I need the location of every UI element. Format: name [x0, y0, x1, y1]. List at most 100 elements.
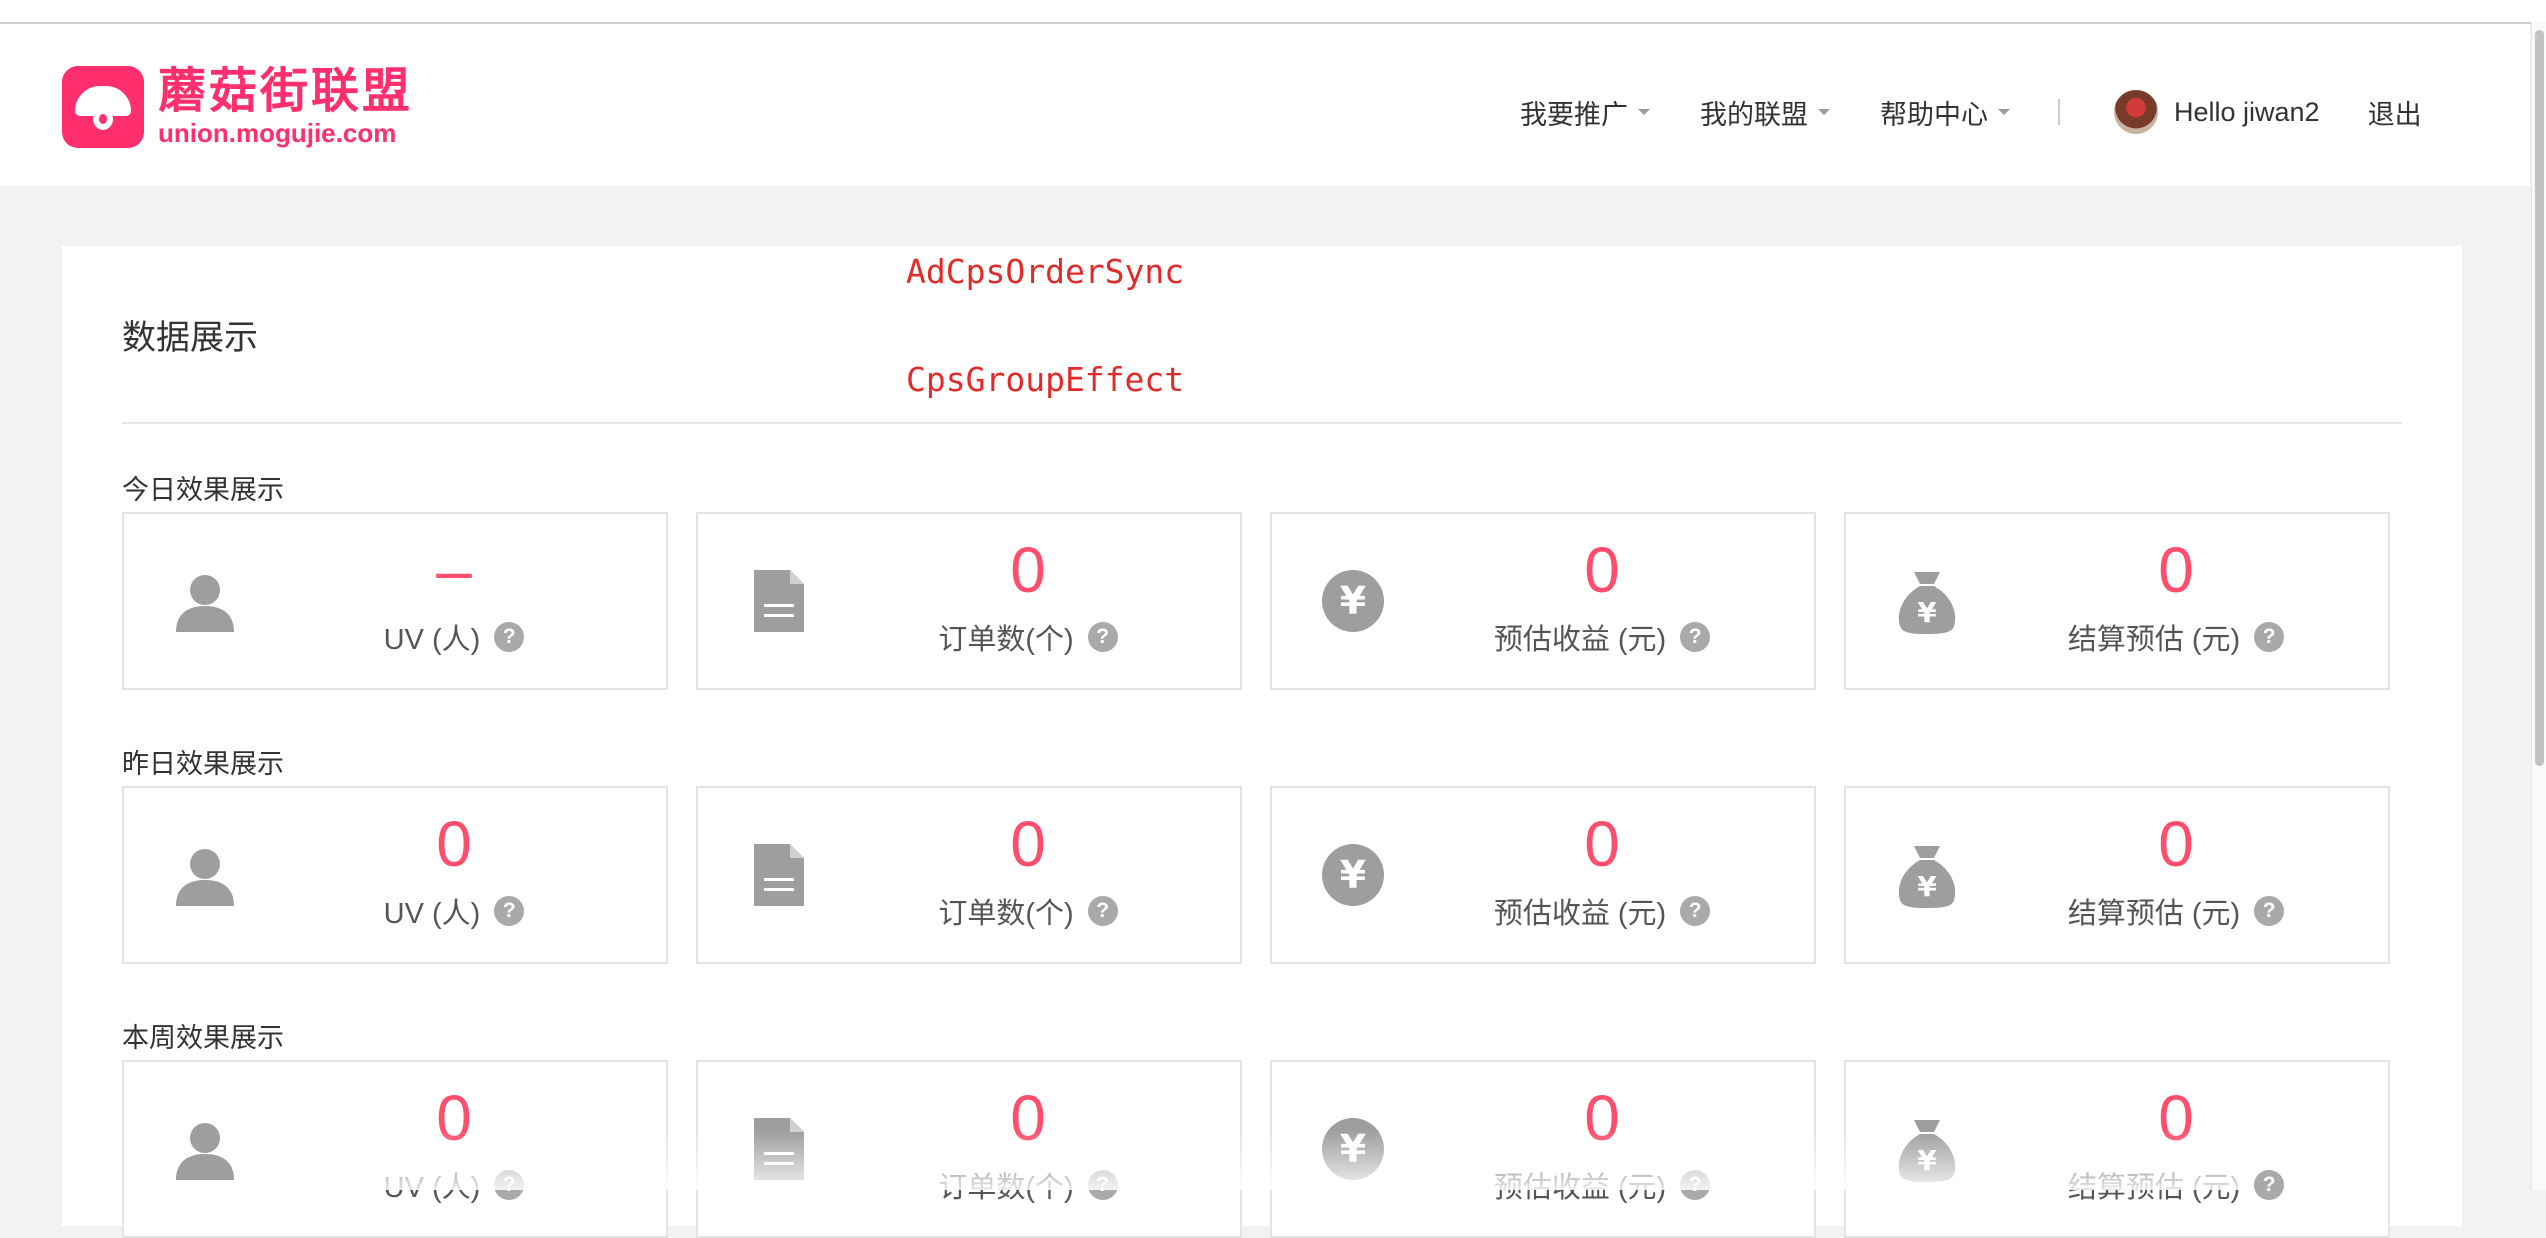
stat-value: 0	[2158, 534, 2194, 606]
site-header: 蘑菇街联盟 union.mogujie.com 我要推广 我的联盟 帮助中心 H…	[0, 24, 2530, 186]
stat-label: 预估收益 (元)	[1493, 1172, 1667, 1204]
mushroom-logo-icon	[62, 66, 144, 148]
user-icon	[170, 840, 240, 910]
page-title: 数据展示	[122, 319, 258, 357]
user-greeting: Hello jiwan2	[2174, 96, 2320, 127]
chevron-down-icon	[1818, 109, 1830, 115]
stat-label-row: UV (人)?	[284, 890, 624, 932]
stat-value: 0	[1010, 1082, 1046, 1154]
help-question-icon[interactable]: ?	[2254, 622, 2285, 652]
nav-divider	[2058, 99, 2060, 125]
stat-label: 预估收益 (元)	[1493, 624, 1667, 656]
stat-label-row: 订单数(个)?	[858, 890, 1198, 932]
nav-my-union[interactable]: 我的联盟	[1700, 93, 1830, 132]
section-label: 今日效果展示	[122, 475, 284, 505]
svg-text:¥: ¥	[1340, 579, 1366, 623]
user-icon	[170, 566, 240, 636]
stat-label: UV (人)	[383, 1172, 481, 1204]
site-logo[interactable]: 蘑菇街联盟 union.mogujie.com	[62, 66, 413, 148]
page-scrollbar[interactable]	[2531, 22, 2546, 1190]
debug-label-order-sync: AdCpsOrderSync	[906, 252, 1185, 291]
stat-label-row: 结算预估 (元)?	[2006, 890, 2346, 932]
yen-coin-icon: ¥	[1318, 1114, 1388, 1184]
stat-label-row: UV (人)?	[284, 1164, 624, 1206]
money-bag-icon: ¥	[1892, 566, 1962, 636]
help-question-icon[interactable]: ?	[494, 1170, 525, 1200]
stat-box: ¥0 预估收益 (元)?	[1270, 1060, 1816, 1238]
chevron-down-icon	[1638, 109, 1650, 115]
svg-text:¥: ¥	[1917, 596, 1937, 629]
stat-label: 订单数(个)	[938, 898, 1074, 930]
logo-domain: union.mogujie.com	[158, 118, 397, 148]
nav-promote-label: 我要推广	[1520, 99, 1628, 130]
stat-value: 0	[436, 1082, 472, 1154]
stat-box: 0 订单数(个)?	[696, 1060, 1242, 1238]
stat-label-row: 预估收益 (元)?	[1432, 890, 1772, 932]
stat-box: – UV (人)?	[122, 512, 668, 690]
help-question-icon[interactable]: ?	[2254, 896, 2285, 926]
stat-value: 0	[2158, 808, 2194, 880]
section-label: 本周效果展示	[122, 1023, 284, 1053]
document-icon	[744, 566, 814, 636]
stat-value: –	[436, 534, 472, 606]
stat-value: 0	[436, 808, 472, 880]
avatar[interactable]	[2114, 90, 2158, 134]
stat-value: 0	[1584, 808, 1620, 880]
stat-box: ¥0 结算预估 (元)?	[1844, 1060, 2390, 1238]
data-panel: AdCpsOrderSync 数据展示 CpsGroupEffect 今日效果展…	[62, 246, 2462, 1238]
user-icon	[170, 1114, 240, 1184]
stat-label-row: 预估收益 (元)?	[1432, 616, 1772, 658]
help-question-icon[interactable]: ?	[494, 622, 525, 652]
stat-box: 0 订单数(个)?	[696, 786, 1242, 964]
stat-value: 0	[2158, 1082, 2194, 1154]
chevron-down-icon	[1998, 109, 2010, 115]
stat-label: UV (人)	[383, 898, 481, 930]
stat-label-row: 订单数(个)?	[858, 1164, 1198, 1206]
stat-label: 结算预估 (元)	[2067, 898, 2241, 930]
stat-value: 0	[1584, 534, 1620, 606]
stat-box: ¥0 结算预估 (元)?	[1844, 786, 2390, 964]
yen-coin-icon: ¥	[1318, 566, 1388, 636]
stat-box: ¥0 结算预估 (元)?	[1844, 512, 2390, 690]
svg-text:¥: ¥	[1340, 1127, 1366, 1171]
stat-value: 0	[1010, 808, 1046, 880]
section-label: 昨日效果展示	[122, 749, 284, 779]
stat-label: 订单数(个)	[938, 1172, 1074, 1204]
stat-label-row: 结算预估 (元)?	[2006, 1164, 2346, 1206]
svg-text:¥: ¥	[1917, 870, 1937, 903]
help-question-icon[interactable]: ?	[1680, 622, 1711, 652]
money-bag-icon: ¥	[1892, 840, 1962, 910]
stat-box: 0 订单数(个)?	[696, 512, 1242, 690]
help-question-icon[interactable]: ?	[1087, 1170, 1118, 1200]
nav-my-union-label: 我的联盟	[1700, 99, 1808, 130]
nav-help-center-label: 帮助中心	[1880, 99, 1988, 130]
stat-label: 结算预估 (元)	[2067, 624, 2241, 656]
title-divider	[122, 422, 2402, 424]
stat-box: ¥0 预估收益 (元)?	[1270, 512, 1816, 690]
document-icon	[744, 1114, 814, 1184]
stat-label-row: 预估收益 (元)?	[1432, 1164, 1772, 1206]
yen-coin-icon: ¥	[1318, 840, 1388, 910]
svg-text:¥: ¥	[1340, 853, 1366, 897]
nav-help-center[interactable]: 帮助中心	[1880, 93, 2010, 132]
stat-label: 结算预估 (元)	[2067, 1172, 2241, 1204]
help-question-icon[interactable]: ?	[1680, 1170, 1711, 1200]
browser-top-strip	[0, 0, 2546, 24]
stat-label: UV (人)	[383, 624, 481, 656]
stat-box: ¥0 预估收益 (元)?	[1270, 786, 1816, 964]
stat-value: 0	[1584, 1082, 1620, 1154]
stat-box: 0 UV (人)?	[122, 1060, 668, 1238]
help-question-icon[interactable]: ?	[1087, 896, 1118, 926]
logo-text: 蘑菇街联盟 union.mogujie.com	[158, 65, 414, 149]
help-question-icon[interactable]: ?	[1087, 622, 1118, 652]
document-icon	[744, 840, 814, 910]
logo-name: 蘑菇街联盟	[158, 65, 414, 118]
help-question-icon[interactable]: ?	[2254, 1170, 2285, 1200]
help-question-icon[interactable]: ?	[1680, 896, 1711, 926]
stat-label-row: 订单数(个)?	[858, 616, 1198, 658]
logout-link[interactable]: 退出	[2368, 93, 2422, 132]
help-question-icon[interactable]: ?	[494, 896, 525, 926]
scrollbar-thumb[interactable]	[2535, 30, 2544, 766]
nav-promote[interactable]: 我要推广	[1520, 93, 1650, 132]
stat-label: 预估收益 (元)	[1493, 898, 1667, 930]
